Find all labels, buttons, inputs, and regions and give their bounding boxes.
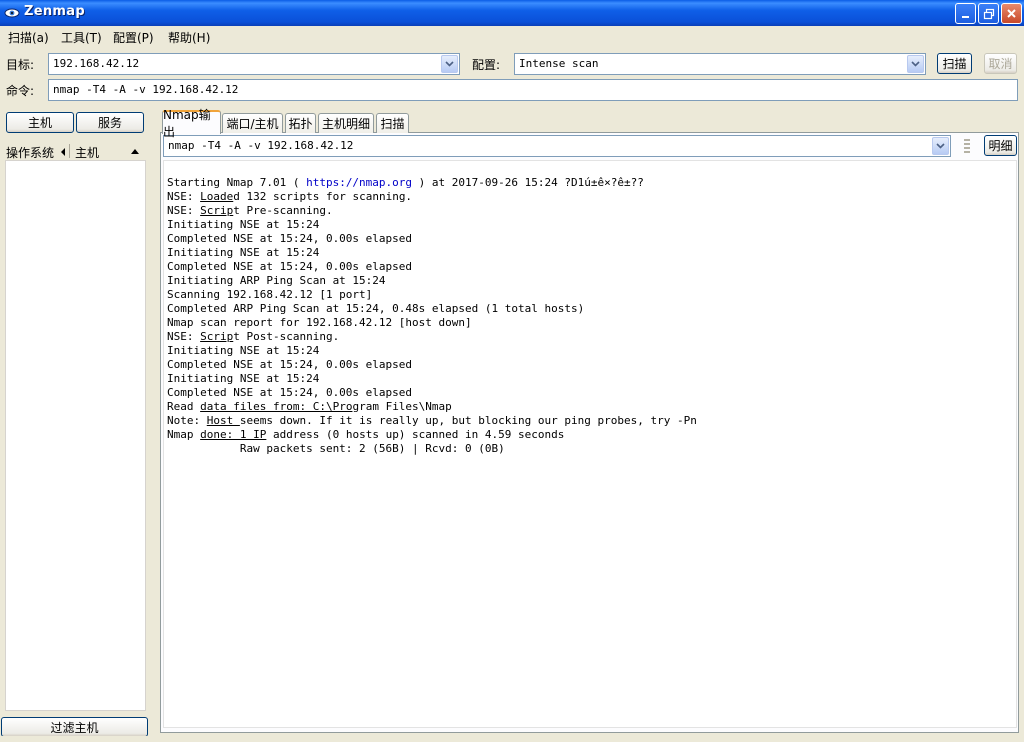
- target-combo[interactable]: 192.168.42.12: [48, 53, 460, 75]
- nmap-output-text[interactable]: Starting Nmap 7.01 ( https://nmap.org ) …: [167, 176, 1007, 724]
- column-host[interactable]: 主机: [75, 144, 99, 161]
- restore-icon: [983, 8, 994, 19]
- command-input[interactable]: nmap -T4 -A -v 192.168.42.12: [48, 79, 1018, 101]
- output-command-combo[interactable]: nmap -T4 -A -v 192.168.42.12: [163, 135, 951, 157]
- menu-tools[interactable]: 工具(T): [61, 29, 102, 46]
- tab-ports-hosts[interactable]: 端口/主机: [222, 113, 283, 133]
- output-line: Starting Nmap 7.01 ( https://nmap.org ) …: [167, 176, 644, 189]
- output-command-value: nmap -T4 -A -v 192.168.42.12: [168, 139, 354, 152]
- output-line: Nmap scan report for 192.168.42.12 [host…: [167, 316, 472, 329]
- tab-topology[interactable]: 拓扑: [285, 113, 316, 133]
- menu-bar: 扫描(a) 工具(T) 配置(P) 帮助(H): [0, 26, 1024, 48]
- minimize-button[interactable]: [955, 3, 976, 24]
- output-line: NSE: Script Pre-scanning.: [167, 204, 333, 217]
- profile-dropdown-button[interactable]: [907, 55, 924, 73]
- chevron-down-icon: [911, 61, 920, 67]
- services-button[interactable]: 服务: [76, 112, 144, 133]
- output-line: Completed NSE at 15:24, 0.00s elapsed: [167, 232, 413, 245]
- output-line: Initiating NSE at 15:24: [167, 218, 320, 231]
- output-line: NSE: Loaded 132 scripts for scanning.: [167, 190, 413, 203]
- tab-scans[interactable]: 扫描: [376, 113, 409, 133]
- command-value: nmap -T4 -A -v 192.168.42.12: [53, 83, 239, 96]
- output-line: Initiating NSE at 15:24: [167, 372, 320, 385]
- tab-host-details[interactable]: 主机明细: [318, 113, 374, 133]
- chevron-down-icon: [445, 61, 454, 67]
- close-button[interactable]: [1001, 3, 1022, 24]
- output-line: Completed NSE at 15:24, 0.00s elapsed: [167, 260, 413, 273]
- cancel-button[interactable]: 取消: [984, 53, 1017, 74]
- host-list[interactable]: [5, 160, 146, 711]
- host-list-header: 操作系统 主机: [5, 143, 146, 161]
- nmap-org-link[interactable]: https://nmap.org: [306, 176, 412, 189]
- bottom-edge: [0, 736, 1024, 742]
- target-label: 目标:: [6, 58, 35, 72]
- command-label: 命令:: [6, 84, 35, 98]
- hosts-button[interactable]: 主机: [6, 112, 74, 133]
- menu-help[interactable]: 帮助(H): [168, 29, 210, 46]
- output-line: Completed NSE at 15:24, 0.00s elapsed: [167, 358, 413, 371]
- zenmap-eye-icon: [4, 8, 20, 18]
- output-command-dropdown-button[interactable]: [932, 137, 949, 155]
- output-line: Note: Host seems down. If it is really u…: [167, 414, 697, 427]
- target-dropdown-button[interactable]: [441, 55, 458, 73]
- output-line: Raw packets sent: 2 (56B) | Rcvd: 0 (0B): [167, 442, 505, 455]
- sort-left-icon: [61, 148, 65, 156]
- output-line: Nmap done: 1 IP address (0 hosts up) sca…: [167, 428, 565, 441]
- restore-button[interactable]: [978, 3, 999, 24]
- output-line: Initiating NSE at 15:24: [167, 344, 320, 357]
- profile-combo[interactable]: Intense scan: [514, 53, 926, 75]
- close-icon: [1007, 9, 1016, 18]
- scan-button[interactable]: 扫描: [937, 53, 972, 74]
- output-line: Initiating NSE at 15:24: [167, 246, 320, 259]
- output-line: Completed ARP Ping Scan at 15:24, 0.48s …: [167, 302, 585, 315]
- tab-nmap-output[interactable]: Nmap输出: [162, 108, 221, 139]
- column-os[interactable]: 操作系统: [6, 144, 54, 161]
- grip-handle-icon[interactable]: [963, 138, 971, 154]
- output-line: Completed NSE at 15:24, 0.00s elapsed: [167, 386, 413, 399]
- column-divider: [69, 144, 70, 158]
- output-line: Initiating ARP Ping Scan at 15:24: [167, 274, 386, 287]
- output-line: Read data files from: C:\Program Files\N…: [167, 400, 452, 413]
- details-button[interactable]: 明细: [984, 135, 1017, 156]
- output-line: Scanning 192.168.42.12 [1 port]: [167, 288, 373, 301]
- menu-scan[interactable]: 扫描(a): [8, 29, 49, 46]
- output-line: NSE: Script Post-scanning.: [167, 330, 340, 343]
- profile-value: Intense scan: [519, 57, 599, 70]
- chevron-down-icon: [936, 143, 945, 149]
- sort-up-icon: [131, 149, 139, 154]
- window-title: Zenmap: [24, 4, 85, 19]
- target-value: 192.168.42.12: [53, 57, 140, 70]
- minimize-icon: [961, 15, 969, 18]
- menu-profile[interactable]: 配置(P): [113, 29, 154, 46]
- filter-hosts-button[interactable]: 过滤主机: [1, 717, 148, 737]
- title-bar[interactable]: Zenmap: [0, 0, 1024, 26]
- profile-label: 配置:: [472, 58, 501, 72]
